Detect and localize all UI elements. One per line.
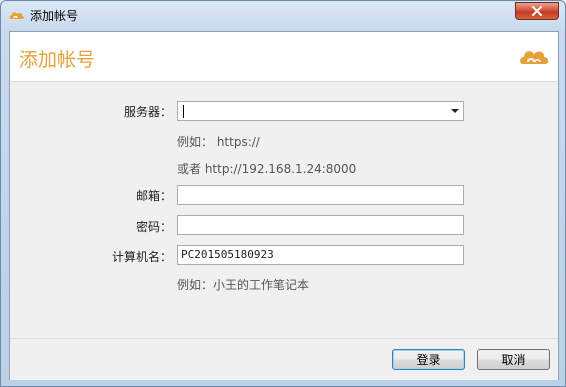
computer-name-field[interactable]: PC201505180923 (177, 245, 464, 265)
dialog-window: 添加帐号 添加帐号 服务器： 例如： https:// 或者 http://19… (0, 0, 566, 387)
chevron-down-icon[interactable] (451, 109, 459, 113)
server-hint-example: 例如： https:// (177, 135, 260, 149)
computer-name-label: 计算机名： (111, 250, 172, 264)
dialog-footer: 登录 取消 (10, 338, 558, 380)
window-title: 添加帐号 (30, 9, 79, 23)
app-logo-icon (9, 12, 24, 19)
computer-name-value: PC201505180923 (181, 248, 274, 261)
seafile-logo-icon (520, 51, 549, 64)
server-label: 服务器： (123, 105, 172, 119)
close-icon (531, 6, 543, 16)
server-combobox[interactable] (177, 101, 464, 121)
email-label: 邮箱： (135, 189, 172, 203)
computer-name-hint: 例如：小王的工作笔记本 (177, 278, 310, 292)
password-label: 密码： (135, 220, 172, 234)
title-bar[interactable]: 添加帐号 (1, 1, 566, 29)
dialog-header: 添加帐号 (10, 32, 558, 82)
dialog-client-area: 添加帐号 服务器： 例如： https:// 或者 http://192.168… (9, 31, 559, 380)
page-title: 添加帐号 (19, 49, 96, 71)
password-field[interactable] (177, 215, 464, 235)
close-button[interactable] (515, 2, 559, 20)
login-button[interactable]: 登录 (392, 349, 465, 370)
server-hint-alt: 或者 http://192.168.1.24:8000 (177, 162, 357, 176)
cancel-button[interactable]: 取消 (477, 349, 550, 370)
email-field[interactable] (177, 185, 464, 205)
text-cursor (183, 105, 184, 118)
